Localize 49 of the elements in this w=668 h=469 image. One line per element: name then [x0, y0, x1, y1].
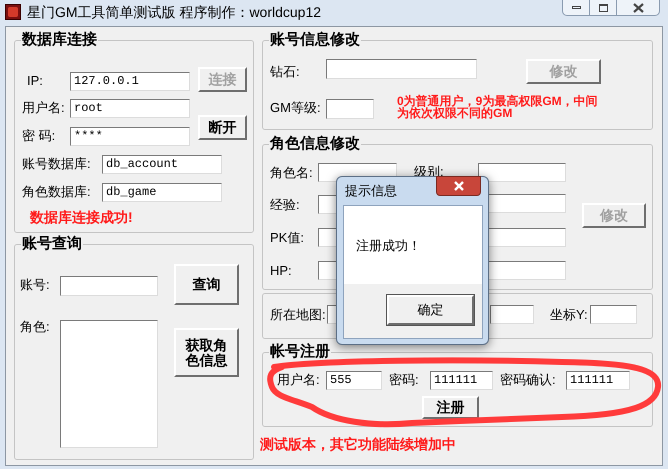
hint-text: 0为普通用户，9为最高权限GM，中间为依次权限不同的GM — [397, 95, 599, 119]
field-label: IP: — [27, 72, 43, 90]
field-label: 密码: — [389, 371, 419, 389]
input-field[interactable] — [478, 163, 566, 182]
input-field[interactable]: **** — [70, 127, 190, 146]
field-label: 角色: — [20, 318, 50, 336]
group-title: 角色信息修改 — [269, 135, 361, 153]
button[interactable]: 查询 — [174, 264, 239, 305]
field-label: 所在地图: — [270, 306, 326, 324]
field-label: 用户名: — [22, 99, 65, 117]
input-field[interactable]: 127.0.0.1 — [70, 72, 190, 91]
field-label: 密 码: — [22, 127, 56, 145]
input-field[interactable] — [490, 305, 534, 324]
close-icon[interactable] — [436, 176, 481, 196]
group-title: 数据库连接 — [21, 31, 98, 49]
input-field[interactable] — [590, 305, 637, 324]
field-label: 坐标Y: — [550, 306, 588, 324]
input-field[interactable]: 111111 — [430, 371, 493, 390]
input-field[interactable] — [326, 99, 374, 119]
field-label: PK值: — [270, 229, 304, 247]
button[interactable]: 注册 — [422, 396, 479, 419]
input-field[interactable]: db_game — [102, 183, 222, 202]
group-title: 账号查询 — [21, 235, 83, 253]
app-icon — [5, 4, 21, 20]
field-label: GM等级: — [270, 99, 321, 117]
footer-note: 测试版本，其它功能陆续增加中 — [260, 435, 456, 453]
dialog-message: 注册成功！ — [356, 237, 421, 255]
field-label: 用户名: — [277, 371, 320, 389]
dialog-title: 提示信息 — [345, 182, 397, 200]
button[interactable]: 断开 — [198, 115, 247, 140]
status-message: 数据库连接成功! — [30, 208, 133, 226]
field-label: 角色数据库: — [22, 183, 91, 201]
input-field[interactable] — [326, 59, 477, 79]
ok-button[interactable]: 确定 — [387, 295, 474, 325]
field-label: 账号: — [20, 276, 50, 294]
input-field[interactable] — [60, 276, 158, 296]
input-field[interactable]: 555 — [326, 371, 382, 390]
field-label: 密码确认: — [500, 371, 556, 389]
field-label: 角色名: — [270, 164, 313, 182]
input-field[interactable]: root — [70, 99, 190, 118]
group-title: 账号信息修改 — [269, 31, 361, 49]
field-label: HP: — [270, 262, 292, 280]
field-label: 钻石: — [270, 63, 300, 81]
window-title: 星门GM工具简单测试版 程序制作：worldcup12 — [27, 3, 322, 21]
input-field[interactable]: db_account — [102, 155, 222, 174]
field-label: 账号数据库: — [22, 155, 91, 173]
input-field[interactable]: 111111 — [566, 371, 630, 390]
button[interactable]: 获取角色信息 — [174, 328, 239, 377]
field-label: 经验: — [270, 196, 300, 214]
